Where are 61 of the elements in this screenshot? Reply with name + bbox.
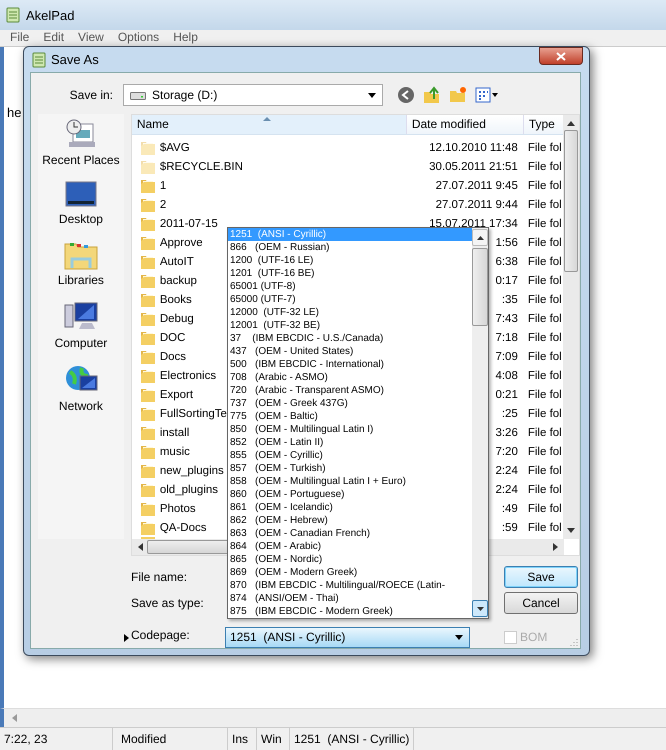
place-label: Network [58,399,103,413]
date-cell: 27.07.2011 9:45 [436,180,518,192]
date-cell: 3:26 [495,426,518,438]
status-field: 7:22, 23 [0,728,113,750]
window-title: AkelPad [26,8,74,22]
date-cell: 30.05.2011 21:51 [429,160,518,172]
type-cell: File fol [528,236,562,248]
type-cell: File fol [528,256,562,268]
bom-label: BOM [520,630,548,644]
type-cell: File fol [528,502,562,514]
date-cell: 7:18 [495,332,518,344]
dialog-title: Save As [51,52,99,67]
date-cell: :35 [502,294,518,306]
date-cell: 7:09 [495,350,518,362]
date-cell: 2:24 [495,464,518,476]
status-field: 1251 (ANSI - Cyrillic) [290,728,414,750]
date-cell: 0:17 [495,274,518,286]
date-cell: 7:43 [495,312,518,324]
type-cell: File fol [528,198,562,210]
date-cell: :49 [502,502,518,514]
status-field: Win [257,728,290,750]
field-label: Save as type: [131,595,204,612]
type-cell: File fol [528,160,562,172]
date-cell: :59 [502,522,518,534]
type-cell: File fol [528,294,562,306]
editor-text: he [7,105,22,120]
date-cell: 12.10.2010 11:48 [429,142,518,154]
type-cell: File fol [528,464,562,476]
place-label: Recent Places [42,153,120,167]
date-cell: :25 [502,408,518,420]
type-cell: File fol [528,142,562,154]
type-cell: File fol [528,446,562,458]
place-label: Libraries [58,273,104,287]
type-cell: File fol [528,218,562,230]
date-cell: 6:38 [495,256,518,268]
type-cell: File fol [528,426,562,438]
type-cell: File fol [528,388,562,400]
type-cell: File fol [528,312,562,324]
type-cell: File fol [528,332,562,344]
date-cell: 2:24 [495,484,518,496]
date-cell: 0:21 [495,388,518,400]
save-in-value: Storage (D:) [152,88,218,102]
date-cell: 1:56 [495,236,518,248]
place-label: Computer [54,336,108,350]
save-in-label: Save in: [68,88,114,102]
type-cell: File fol [528,522,562,534]
type-cell: File fol [528,180,562,192]
date-cell: 27.07.2011 9:44 [436,198,518,210]
type-cell: File fol [528,274,562,286]
type-cell: File fol [528,484,562,496]
date-cell: 4:08 [495,370,518,382]
type-cell: File fol [528,370,562,382]
status-field: Modified [113,728,228,750]
status-field: Ins [228,728,257,750]
type-cell: File fol [528,350,562,362]
type-cell: File fol [528,408,562,420]
codepage-label: Codepage: [131,627,191,644]
date-cell: 7:20 [495,446,518,458]
field-label: File name: [131,569,188,586]
place-label: Desktop [58,212,103,226]
date-cell: 15.07.2011 17:34 [429,218,518,230]
